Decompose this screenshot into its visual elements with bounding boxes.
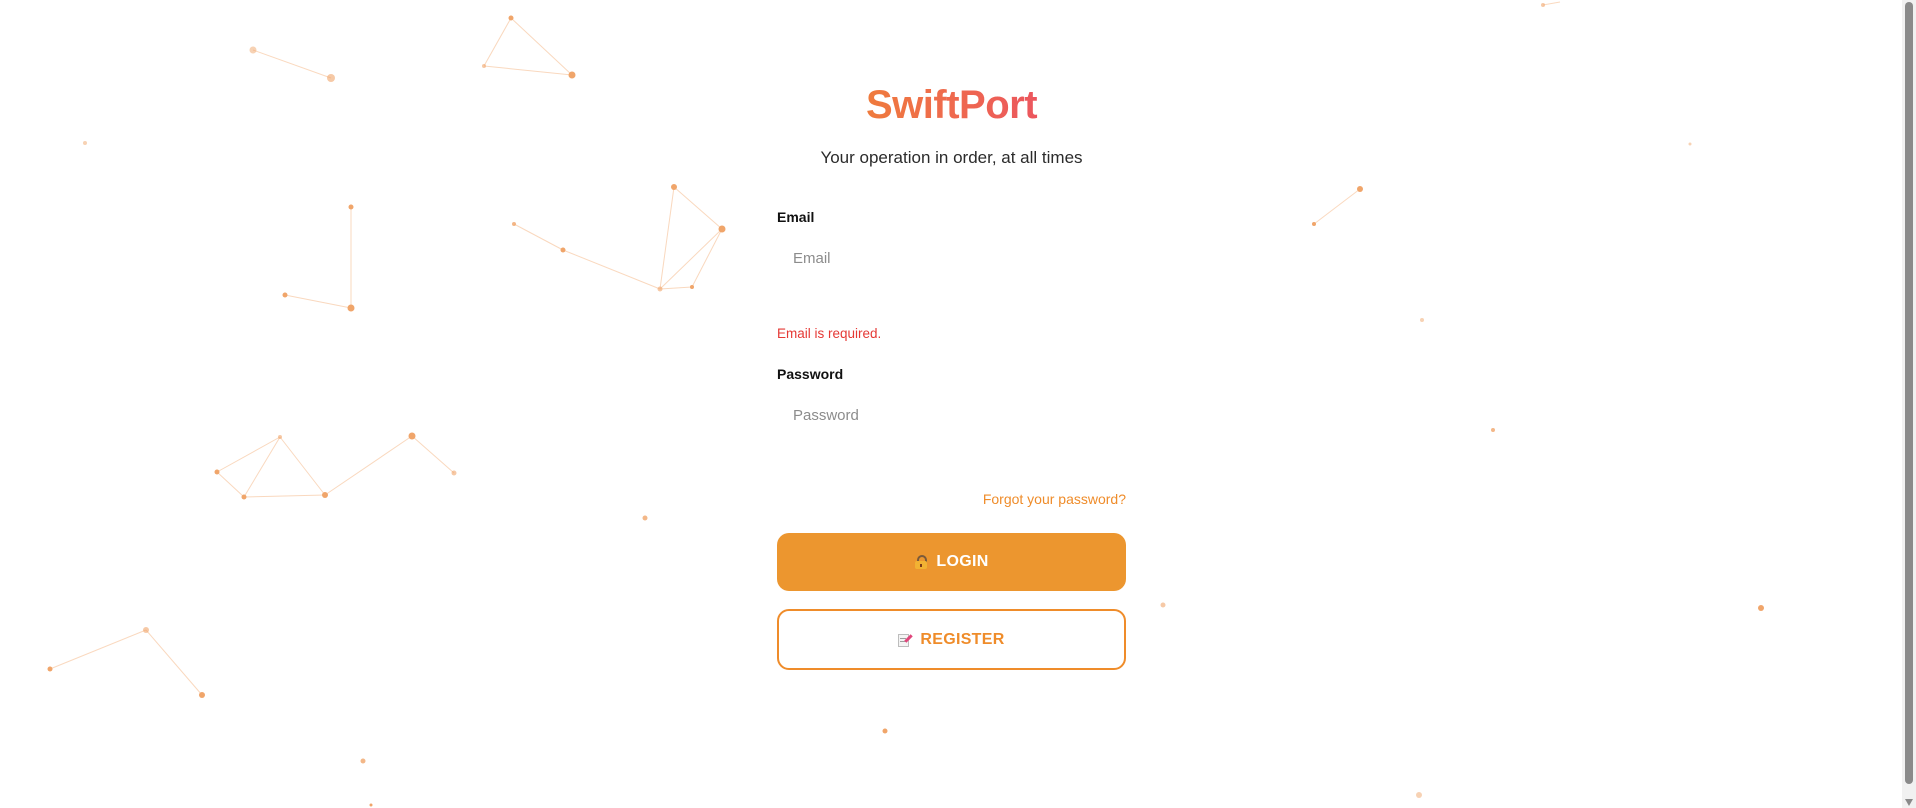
scrollbar-thumb[interactable] [1905,2,1913,784]
login-page: SwiftPort Your operation in order, at al… [0,0,1916,808]
tagline: Your operation in order, at all times [820,148,1083,167]
login-button-label: LOGIN [936,553,989,570]
vertical-scrollbar[interactable] [1902,0,1916,808]
register-button[interactable]: REGISTER [777,609,1126,670]
register-button-label: REGISTER [920,630,1005,648]
scroll-down-arrow-icon[interactable] [1905,799,1913,806]
password-label: Password [777,366,844,382]
password-field-wrapper [777,395,1126,435]
memo-icon [898,633,914,647]
login-card: SwiftPort Your operation in order, at al… [777,70,1126,670]
email-label: Email [777,209,815,225]
forgot-password-link[interactable]: Forgot your password? [983,490,1126,508]
password-input[interactable] [777,395,1126,435]
lock-icon [914,555,928,569]
email-error-message: Email is required. [777,326,882,341]
email-input[interactable] [777,238,1126,278]
login-button[interactable]: LOGIN [777,533,1126,591]
brand-logo: SwiftPort [777,80,1126,130]
email-field-wrapper [777,238,1126,278]
